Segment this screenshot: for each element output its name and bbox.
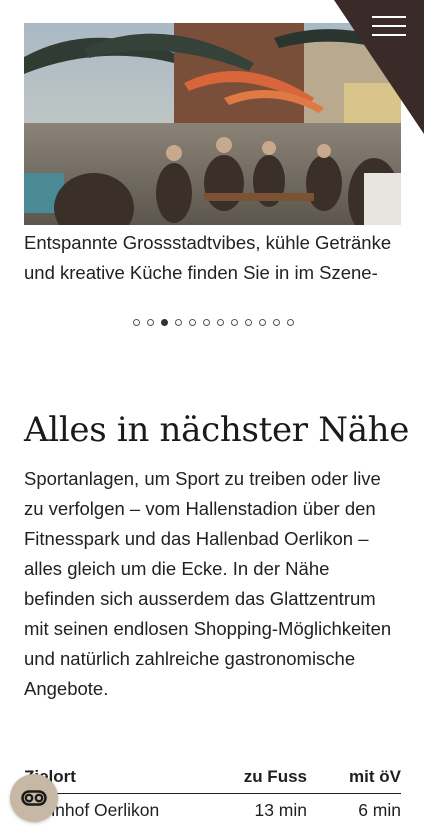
- carousel-dot[interactable]: [146, 319, 154, 326]
- section-body: Sportanlagen, um Sport zu treiben oder l…: [24, 468, 392, 699]
- row-transit: 6 min: [358, 800, 401, 820]
- header-walk: zu Fuss: [243, 766, 307, 786]
- travel-times-table: Zielort zu Fuss mit öV Bahnhof Oerlikon …: [24, 760, 401, 827]
- table-header: Zielort zu Fuss mit öV: [24, 760, 401, 793]
- row-walk: 13 min: [254, 800, 307, 820]
- carousel-dot[interactable]: [132, 319, 140, 326]
- table-row: Bahnhof Oerlikon 13 min 6 min: [24, 793, 401, 827]
- cookie-settings-button[interactable]: [10, 774, 58, 822]
- carousel-dot[interactable]: [174, 319, 182, 326]
- header-transit: mit öV: [349, 766, 401, 786]
- section-heading: Alles in nächster Nähe: [24, 410, 410, 450]
- hamburger-icon[interactable]: [372, 14, 406, 38]
- carousel-dot[interactable]: [272, 319, 280, 326]
- carousel-dot[interactable]: [286, 319, 294, 326]
- carousel-dot[interactable]: [216, 319, 224, 326]
- carousel-dot[interactable]: [202, 319, 210, 326]
- carousel-dot[interactable]: [160, 319, 168, 326]
- hero-caption: Entspannte Grossstadtvibes, kühle Geträn…: [24, 232, 392, 283]
- carousel-dot[interactable]: [244, 319, 252, 326]
- carousel-dot[interactable]: [230, 319, 238, 326]
- carousel-pagination: [0, 319, 424, 329]
- cookie-settings-icon: [21, 790, 47, 806]
- carousel-dot[interactable]: [258, 319, 266, 326]
- carousel-dot[interactable]: [188, 319, 196, 326]
